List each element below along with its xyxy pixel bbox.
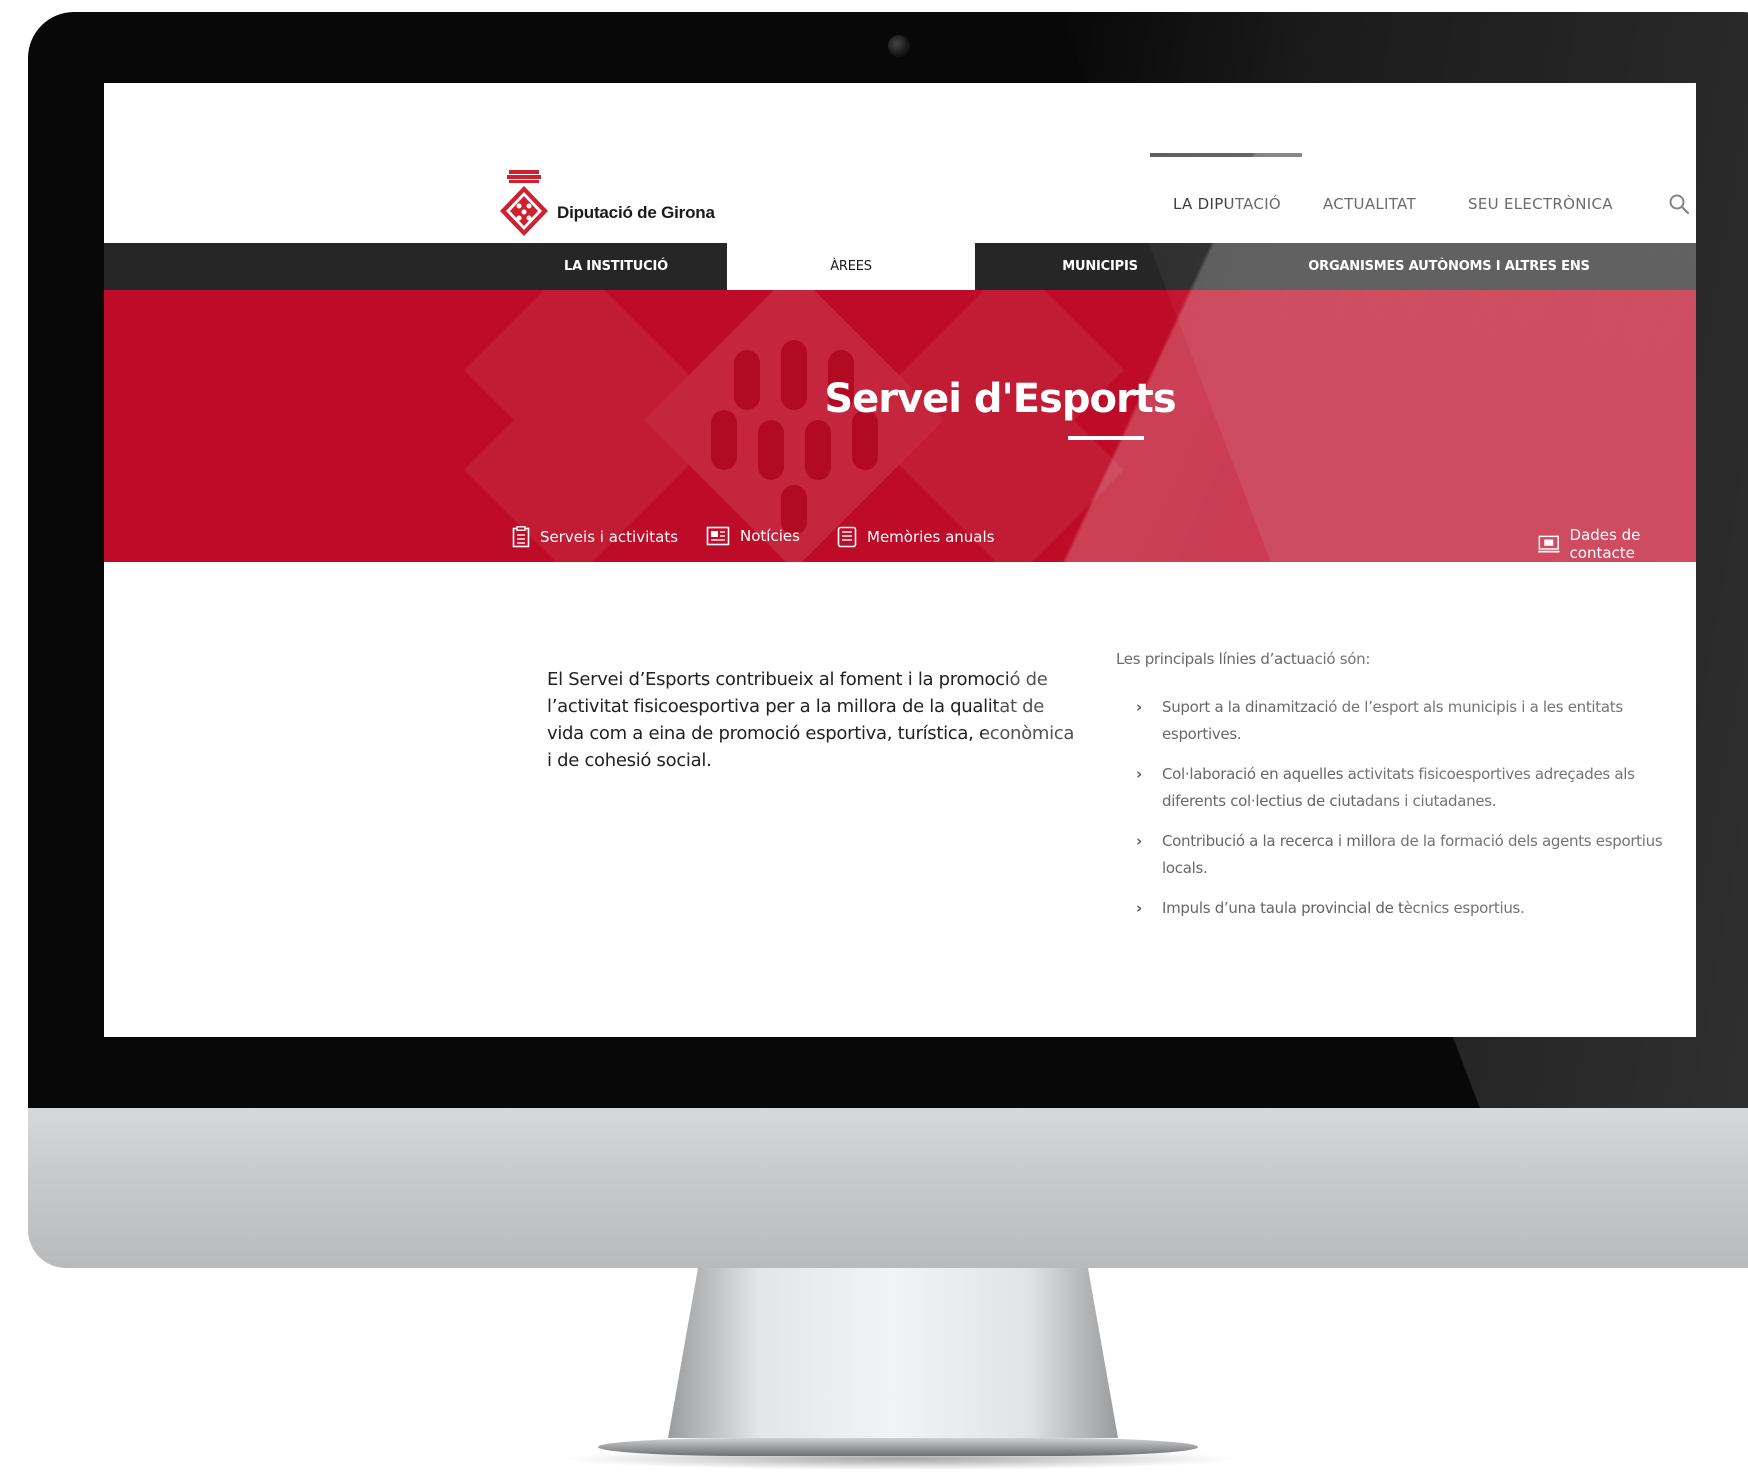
list-item-text: Col·laboració en aquelles activitats fis… <box>1162 765 1635 810</box>
link-dades-contacte[interactable]: Dades de contacte <box>1538 526 1696 562</box>
top-nav-la-diputacio[interactable]: LA DIPUTACIÓ <box>1173 195 1281 213</box>
link-memories-anuals[interactable]: Memòries anuals <box>837 526 995 548</box>
clipboard-icon <box>512 526 530 548</box>
monitor-chin <box>28 1108 1748 1268</box>
chevron-right-icon: › <box>1136 765 1142 783</box>
tab-label: LA INSTITUCIÓ <box>564 259 668 274</box>
main-content: El Servei d’Esports contribueix al fomen… <box>104 562 1696 1037</box>
hero-links: Serveis i activitats Notícies Memòries a… <box>104 526 1696 562</box>
site-header: Diputació de Girona LA DIPUTACIÓ ACTUALI… <box>104 83 1696 243</box>
document-icon <box>837 526 857 548</box>
tab-label: ORGANISMES AUTÒNOMS I ALTRES ENS <box>1308 259 1590 274</box>
list-item: › Contribució a la recerca i millora de l… <box>1136 828 1666 882</box>
link-label: Serveis i activitats <box>540 528 679 546</box>
screen: Diputació de Girona LA DIPUTACIÓ ACTUALI… <box>104 83 1696 1037</box>
webcam <box>888 35 910 57</box>
list-item-text: Suport a la dinamització de l’esport als… <box>1162 698 1623 743</box>
main-nav: LA INSTITUCIÓ ÀREES MUNICIPIS ORGANISMES… <box>104 243 1696 290</box>
tab-label: ÀREES <box>830 259 872 274</box>
list-item: › Impuls d’una taula provincial de tècnic… <box>1136 895 1666 922</box>
active-top-nav-indicator <box>1150 153 1302 157</box>
site-logo[interactable]: Diputació de Girona <box>499 168 715 236</box>
link-label: Dades de contacte <box>1569 526 1641 562</box>
monitor-stand-base <box>598 1438 1198 1456</box>
tab-label: MUNICIPIS <box>1062 259 1138 274</box>
link-label: Memòries anuals <box>867 528 995 546</box>
list-item: › Suport a la dinamització de l’esport al… <box>1136 694 1666 748</box>
tab-organismes-autonoms[interactable]: ORGANISMES AUTÒNOMS I ALTRES ENS <box>1279 243 1619 290</box>
chevron-right-icon: › <box>1136 899 1142 917</box>
tab-la-institucio[interactable]: LA INSTITUCIÓ <box>492 243 740 290</box>
monitor-stand <box>668 1268 1118 1438</box>
top-nav-actualitat[interactable]: ACTUALITAT <box>1323 195 1416 213</box>
search-icon[interactable] <box>1668 193 1690 215</box>
hero-banner: Servei d'Esports Serveis i activitats No… <box>104 290 1696 562</box>
diputacio-coat-of-arms-icon <box>500 170 548 236</box>
page-title: Servei d'Esports <box>824 376 1176 422</box>
intro-text: El Servei d’Esports contribueix al fomen… <box>547 669 1075 771</box>
newspaper-icon <box>706 526 730 546</box>
title-underline <box>1068 436 1144 440</box>
link-serveis-activitats[interactable]: Serveis i activitats <box>512 526 678 548</box>
action-lines-list: › Suport a la dinamització de l’esport al… <box>1136 694 1666 935</box>
list-item-text: Contribució a la recerca i millora de la… <box>1162 832 1663 877</box>
contact-card-icon <box>1538 535 1560 553</box>
coat-of-arms-watermark-icon <box>464 290 1124 562</box>
list-item: › Col·laboració en aquelles activitats fi… <box>1136 761 1666 815</box>
link-label: Notícies <box>740 527 800 545</box>
site-name: Diputació de Girona <box>557 203 715 222</box>
chevron-right-icon: › <box>1136 698 1142 716</box>
list-item-text: Impuls d’una taula provincial de tècnics… <box>1162 899 1525 917</box>
lines-title: Les principals línies d’actuació són: <box>1116 650 1371 668</box>
chevron-right-icon: › <box>1136 832 1142 850</box>
tab-municipis[interactable]: MUNICIPIS <box>976 243 1224 290</box>
tab-arees[interactable]: ÀREES <box>727 243 975 290</box>
top-nav-seu-electronica[interactable]: SEU ELECTRÒNICA <box>1468 195 1613 213</box>
link-noticies[interactable]: Notícies <box>706 526 800 546</box>
